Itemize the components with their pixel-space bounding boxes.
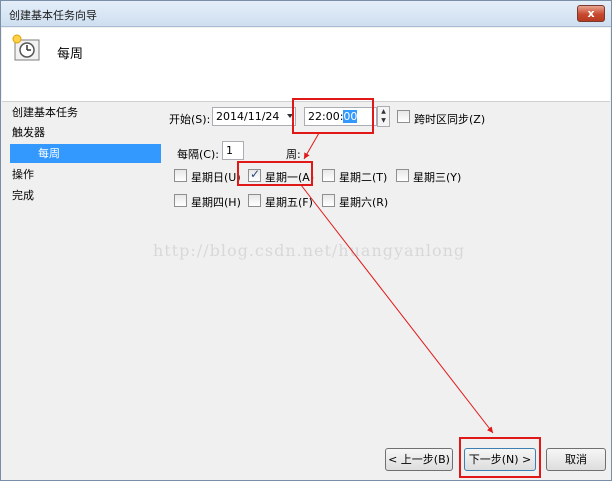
annotation-arrows xyxy=(300,132,494,434)
wizard-window: 创建基本任务向导 x 每周 创建基本任务 触发器 每周 操作 完成 开始(S):… xyxy=(0,0,612,481)
arrow-to-monday xyxy=(303,132,320,160)
arrow-to-next xyxy=(300,184,494,434)
